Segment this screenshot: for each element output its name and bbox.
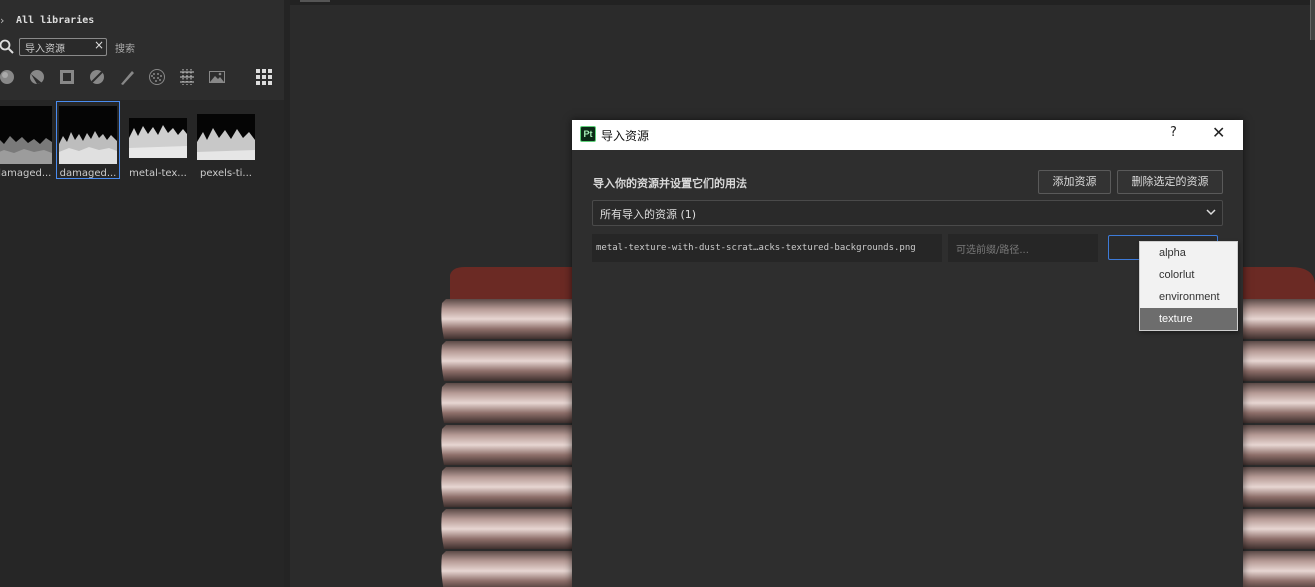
- library-panel: › All libraries 导入资源 × 搜索 damaged... dam…: [0, 0, 284, 587]
- usage-option-environment[interactable]: environment: [1140, 286, 1237, 308]
- chevron-down-icon: [1206, 209, 1216, 216]
- thumbnail-label: damaged...: [59, 168, 117, 179]
- dialog-heading: 导入你的资源并设置它们的用法: [593, 177, 747, 190]
- viewport-tab[interactable]: [300, 0, 330, 2]
- filter-icon[interactable]: [88, 68, 106, 86]
- usage-option-alpha[interactable]: alpha: [1140, 242, 1237, 264]
- smart-mask-icon[interactable]: [58, 68, 76, 86]
- dialog-titlebar[interactable]: Pt 导入资源 ? ✕: [572, 120, 1243, 150]
- filter-toolbar: [0, 68, 280, 86]
- asset-filename: metal-texture-with-dust-scrat…acks-textu…: [592, 234, 942, 262]
- search-icon[interactable]: [0, 39, 15, 55]
- thumbnail-image: [59, 106, 117, 164]
- usage-option-colorlut[interactable]: colorlut: [1140, 264, 1237, 286]
- clear-search-icon[interactable]: ×: [94, 38, 104, 52]
- thumbnail-item-selected[interactable]: damaged...: [56, 101, 120, 179]
- smart-material-icon[interactable]: [28, 68, 46, 86]
- usage-dropdown-menu: alpha colorlut environment texture: [1139, 241, 1238, 331]
- thumbnail-image: [0, 106, 52, 164]
- viewport-scrollbar[interactable]: [1310, 0, 1315, 40]
- material-icon[interactable]: [0, 68, 16, 86]
- asset-row: metal-texture-with-dust-scrat…acks-textu…: [592, 234, 1223, 262]
- thumbnail-image: [129, 118, 187, 158]
- library-header[interactable]: › All libraries: [0, 12, 94, 28]
- thumbnail-image: [197, 114, 255, 160]
- particles-icon[interactable]: [148, 68, 166, 86]
- thumbnail-label: pexels-ti...: [200, 168, 252, 179]
- chevron-right-icon[interactable]: ›: [0, 14, 14, 27]
- asset-path-input[interactable]: 可选前缀/路径...: [948, 234, 1098, 262]
- resource-filter-select[interactable]: 所有导入的资源 (1): [592, 200, 1223, 226]
- grid-view-icon[interactable]: [255, 68, 273, 86]
- brush-icon[interactable]: [118, 68, 136, 86]
- delete-selected-resource-button[interactable]: 删除选定的资源: [1117, 170, 1223, 194]
- search-button[interactable]: 搜索: [115, 40, 135, 55]
- environment-icon[interactable]: [208, 68, 226, 86]
- thumbnail-label: damaged...: [0, 168, 52, 179]
- thumbnail-label: metal-tex...: [129, 168, 187, 179]
- search-input-value: 导入资源: [25, 44, 65, 55]
- app-logo-icon: Pt: [580, 126, 596, 142]
- resource-filter-value: 所有导入的资源 (1): [600, 208, 697, 221]
- library-title: All libraries: [16, 14, 95, 26]
- search-input[interactable]: 导入资源 ×: [19, 38, 107, 56]
- viewport-topbar: [290, 0, 1315, 5]
- import-resources-dialog: Pt 导入资源 ? ✕ 导入你的资源并设置它们的用法 添加资源 删除选定的资源 …: [572, 120, 1243, 587]
- dialog-title: 导入资源: [601, 129, 650, 143]
- texture-alpha-icon[interactable]: [178, 68, 196, 86]
- add-resource-button[interactable]: 添加资源: [1038, 170, 1111, 194]
- help-icon[interactable]: ?: [1170, 125, 1177, 140]
- usage-option-texture[interactable]: texture: [1140, 308, 1237, 330]
- asset-path-placeholder: 可选前缀/路径...: [956, 245, 1029, 256]
- search-row: 导入资源 × 搜索: [0, 38, 135, 56]
- close-icon[interactable]: ✕: [1212, 123, 1225, 142]
- library-thumbnails: damaged... damaged... metal-tex... pexel…: [0, 100, 284, 587]
